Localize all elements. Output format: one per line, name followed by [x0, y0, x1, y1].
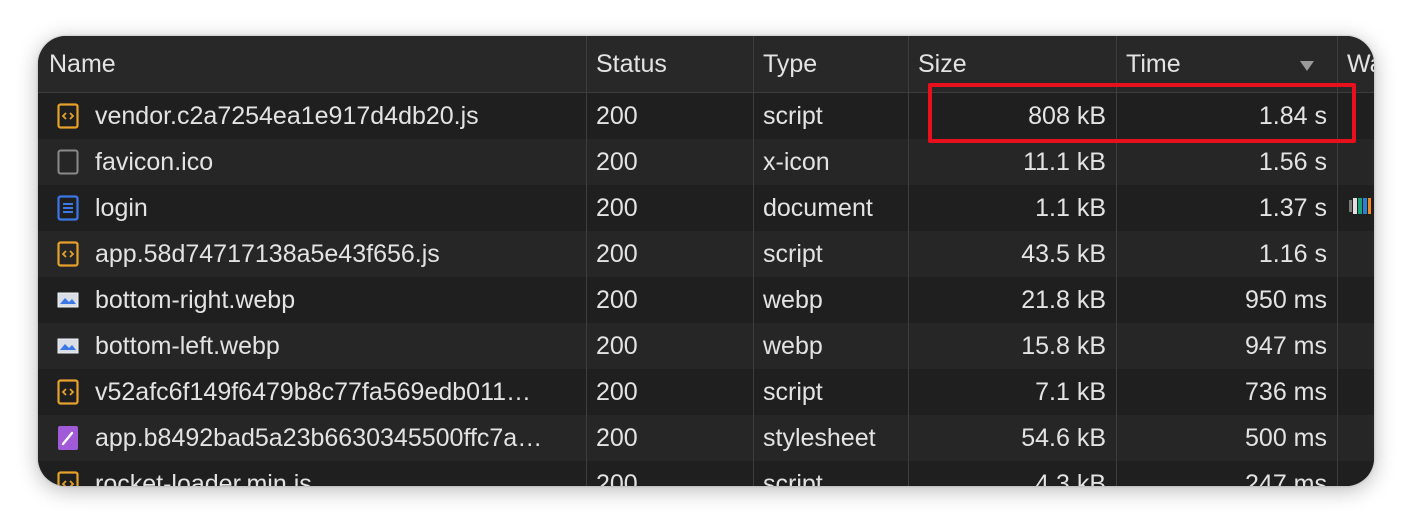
stylesheet-icon: [57, 425, 79, 451]
table-row[interactable]: v52afc6f149f6479b8c77fa569edb011… 200 scri…: [38, 369, 1374, 415]
request-status: 200: [596, 194, 638, 222]
request-name: favicon.ico: [95, 148, 214, 176]
blank-file-icon: [57, 149, 79, 175]
request-time: 950 ms: [1245, 286, 1327, 314]
script-icon: [57, 241, 79, 267]
script-icon: [57, 103, 79, 129]
table-row[interactable]: login 200 document 1.1 kB 1.37 s: [38, 185, 1374, 231]
script-icon: [57, 379, 79, 405]
request-name: login: [95, 194, 148, 222]
column-header-status[interactable]: Status: [596, 36, 667, 92]
request-type: document: [763, 194, 873, 222]
request-size: 54.6 kB: [1021, 424, 1106, 452]
table-row[interactable]: favicon.ico 200 x-icon 11.1 kB 1.56 s: [38, 139, 1374, 185]
request-status: 200: [596, 148, 638, 176]
request-name: app.b8492bad5a23b6630345500ffc7a…: [95, 424, 543, 452]
request-size: 21.8 kB: [1021, 286, 1106, 314]
request-type: stylesheet: [763, 424, 876, 452]
request-status: 200: [596, 240, 638, 268]
column-divider[interactable]: [753, 36, 754, 486]
request-name: bottom-right.webp: [95, 286, 296, 314]
request-type: script: [763, 378, 823, 406]
request-time: 1.56 s: [1258, 148, 1327, 176]
request-size: 1.1 kB: [1035, 194, 1106, 222]
table-row[interactable]: app.58d74717138a5e43f656.js 200 script 43.5…: [38, 231, 1374, 277]
script-icon: [57, 471, 79, 486]
request-time: 500 ms: [1245, 424, 1327, 452]
document-icon: [57, 195, 79, 221]
column-header-name[interactable]: Name: [49, 36, 116, 92]
table-row[interactable]: app.b8492bad5a23b6630345500ffc7a… 200 styl…: [38, 415, 1374, 461]
highlight-box: [928, 83, 1356, 143]
request-status: 200: [596, 424, 638, 452]
request-size: 11.1 kB: [1023, 148, 1106, 176]
table-row[interactable]: rocket-loader.min.js 200 script 4.3 kB 247 m…: [38, 461, 1374, 486]
request-status: 200: [596, 286, 638, 314]
request-type: webp: [763, 286, 823, 314]
request-status: 200: [596, 102, 638, 130]
waterfall-timing-bar[interactable]: [1349, 198, 1371, 214]
network-panel: Name Status Type Size Time Wa vendor.c2a…: [38, 36, 1374, 486]
request-type: script: [763, 470, 823, 486]
request-name: bottom-left.webp: [95, 332, 280, 360]
column-header-type[interactable]: Type: [763, 36, 817, 92]
request-type: webp: [763, 332, 823, 360]
request-size: 43.5 kB: [1021, 240, 1106, 268]
image-icon: [57, 333, 79, 359]
table-row[interactable]: bottom-left.webp 200 webp 15.8 kB 947 ms: [38, 323, 1374, 369]
request-time: 736 ms: [1245, 378, 1327, 406]
request-time: 1.37 s: [1258, 194, 1327, 222]
request-time: 247 ms: [1245, 470, 1327, 486]
request-type: script: [763, 240, 823, 268]
column-divider[interactable]: [586, 36, 587, 486]
request-name: vendor.c2a7254ea1e917d4db20.js: [95, 102, 479, 130]
request-size: 4.3 kB: [1035, 470, 1106, 486]
request-name: rocket-loader.min.js: [95, 470, 312, 486]
column-divider[interactable]: [908, 36, 909, 486]
request-size: 15.8 kB: [1021, 332, 1106, 360]
table-row[interactable]: bottom-right.webp 200 webp 21.8 kB 950 ms: [38, 277, 1374, 323]
request-status: 200: [596, 470, 638, 486]
request-type: script: [763, 102, 823, 130]
request-status: 200: [596, 332, 638, 360]
request-name: v52afc6f149f6479b8c77fa569edb011…: [95, 378, 532, 406]
sort-descending-icon[interactable]: [1300, 61, 1314, 71]
request-type: x-icon: [763, 148, 830, 176]
request-name: app.58d74717138a5e43f656.js: [95, 240, 440, 268]
request-time: 947 ms: [1245, 332, 1327, 360]
request-time: 1.16 s: [1258, 240, 1327, 268]
request-size: 7.1 kB: [1035, 378, 1106, 406]
image-icon: [57, 287, 79, 313]
request-status: 200: [596, 378, 638, 406]
